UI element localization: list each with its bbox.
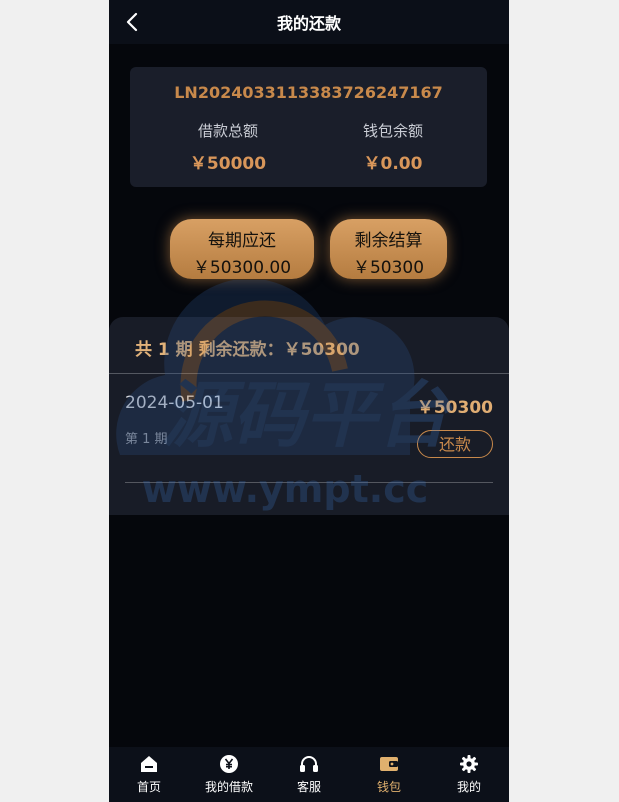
remaining-settle-button[interactable]: 剩余结算 ￥50300 [330,219,447,279]
divider [125,482,493,483]
yen-icon [189,755,269,773]
tab-wallet-label: 钱包 [376,780,401,794]
repayment-summary: 共 1 期 剩余还款：￥50300 [135,340,360,360]
tab-customer-service[interactable]: 客服 [269,747,349,802]
period-index-label: 第 1 期 [125,432,168,447]
back-arrow-icon[interactable] [121,10,145,34]
header-bar: 我的还款 [109,0,509,44]
divider [109,373,509,374]
settle-value: ￥50300 [352,258,425,278]
tab-mine-label: 我的 [456,780,481,794]
gear-icon [429,755,509,773]
period-due-date: 2024-05-01 [125,393,224,413]
per-period-value: ￥50300.00 [192,258,292,278]
wallet-balance-value: ￥0.00 [363,154,423,174]
tab-customer-service-label: 客服 [296,780,321,794]
per-period-label: 每期应还 [208,231,276,251]
tab-wallet[interactable]: 钱包 [349,747,429,802]
home-icon [109,755,189,773]
loan-info-card: LN2024033113383726247167 借款总额 ￥50000 钱包余… [130,67,487,187]
bottom-tab-bar: 首页 我的借款 客服 钱包 我的 [109,747,509,802]
repay-button[interactable]: 还款 [417,430,493,458]
headset-icon [269,755,349,773]
settle-label: 剩余结算 [354,231,423,251]
tab-mine[interactable]: 我的 [429,747,509,802]
wallet-icon [349,755,429,773]
period-due-amount: ￥50300 [416,398,493,418]
loan-number: LN2024033113383726247167 [174,83,443,102]
per-period-repay-button[interactable]: 每期应还 ￥50300.00 [170,219,314,279]
phone-screen: 我的还款 LN2024033113383726247167 借款总额 ￥5000… [109,0,509,802]
tab-my-loans-label: 我的借款 [204,780,253,794]
wallet-balance-stat: 钱包余额 ￥0.00 [313,120,473,174]
tab-home-label: 首页 [136,780,161,794]
tab-my-loans[interactable]: 我的借款 [189,747,269,802]
loan-total-label: 借款总额 [197,122,258,140]
page-title: 我的还款 [276,14,341,33]
loan-total-value: ￥50000 [189,154,267,174]
repayment-schedule-panel: 共 1 期 剩余还款：￥50300 2024-05-01 ￥50300 第 1 … [109,317,509,515]
wallet-balance-label: 钱包余额 [362,122,423,140]
tab-home[interactable]: 首页 [109,747,189,802]
loan-total-stat: 借款总额 ￥50000 [148,120,308,174]
